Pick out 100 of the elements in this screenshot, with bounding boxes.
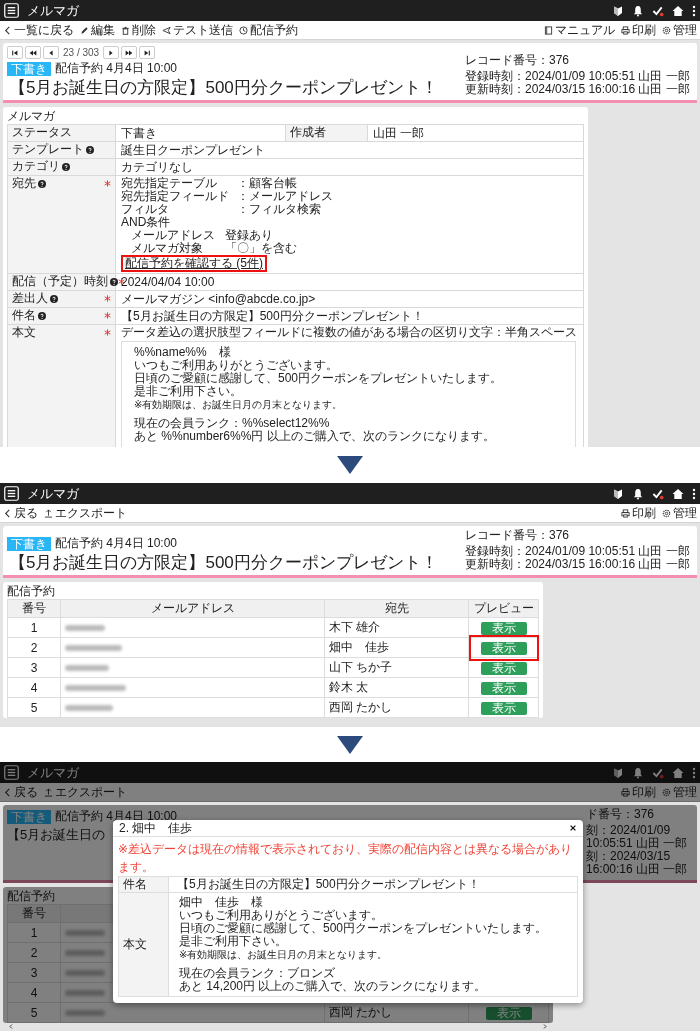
settings-icon	[662, 787, 671, 797]
field-label: 宛先	[12, 177, 36, 190]
column-header: 宛先	[324, 599, 469, 618]
body-line: 是非ご利用下さい。	[179, 935, 287, 948]
row-number: 3	[7, 962, 61, 983]
book-icon	[544, 25, 553, 35]
body-line: あと %%number6%%円 以上のご購入で、次のランクになります。	[134, 430, 495, 443]
field-value: メールマガジン <info@abcde.co.jp>	[121, 292, 316, 306]
updated-time: 更新時刻：2024/03/15 16:00:16 山田 一郎	[465, 83, 691, 96]
more-icon[interactable]	[692, 487, 696, 500]
menu-icon[interactable]	[4, 486, 19, 501]
fast-back-button[interactable]	[25, 46, 41, 59]
created-time: 登録時刻：2024/01/09 10:05:51 山田 一郎	[465, 545, 691, 558]
status-badge: 下書き	[7, 809, 51, 824]
print-button[interactable]: 印刷	[621, 21, 656, 39]
column-header: 番号	[7, 904, 61, 923]
blurred-email	[65, 704, 113, 711]
trash-icon	[121, 25, 130, 35]
label-cell: 件名	[119, 877, 169, 892]
print-button[interactable]: 印刷	[621, 783, 656, 801]
help-icon[interactable]	[50, 294, 58, 303]
row-number: 1	[7, 617, 61, 638]
skip-start-icon	[11, 48, 19, 57]
app-title: メルマガ	[27, 484, 79, 503]
home-icon[interactable]	[672, 4, 684, 17]
column-header: プレビュー	[468, 599, 539, 618]
next-button[interactable]	[103, 46, 120, 59]
updated-time: 更新時刻：2024/03/15 16:00:16 山田 一郎	[465, 558, 691, 571]
printer-icon	[621, 25, 630, 35]
help-icon[interactable]	[38, 311, 46, 320]
field-value: 2024/04/04 10:00	[121, 275, 215, 289]
down-arrow-icon	[337, 735, 363, 754]
help-icon[interactable]	[62, 162, 70, 171]
help-icon[interactable]	[86, 145, 94, 154]
condition-value: 登録あり	[225, 229, 273, 242]
send-icon	[162, 25, 171, 35]
section-title: 配信予約	[7, 888, 55, 904]
bell-icon[interactable]	[632, 4, 644, 17]
row-number: 3	[7, 657, 61, 678]
created-time: 登録時刻：2024/01/09 10:05:51 山田 一郎	[465, 70, 691, 83]
schedule-text: 配信予約 4月4日 10:00	[55, 60, 178, 77]
chevron-left-icon	[3, 25, 12, 35]
settings-icon	[662, 508, 671, 518]
last-page-button[interactable]	[139, 46, 156, 59]
body-line: あと 14,200円 以上のご購入で、次のランクになります。	[179, 980, 487, 993]
back-button[interactable]: 戻る	[3, 783, 38, 801]
label-cell: 本文	[119, 893, 169, 996]
check-icon[interactable]	[652, 4, 664, 17]
field-label: 件名	[12, 309, 36, 322]
previous-button[interactable]	[43, 46, 59, 59]
blurred-email	[65, 644, 122, 651]
filter-name: フィルタ	[121, 203, 169, 216]
help-icon[interactable]	[110, 277, 118, 286]
fast-forward-button[interactable]	[121, 46, 138, 59]
blurred-email	[65, 969, 105, 976]
bell-icon[interactable]	[632, 487, 644, 500]
body-line: 現在の会員ランク：ブロンズ	[179, 965, 335, 980]
home-icon[interactable]	[672, 487, 684, 500]
more-icon[interactable]	[692, 4, 696, 17]
status-badge: 下書き	[7, 61, 51, 76]
body-line: ※有効期限は、お誕生日月の月末となります。	[179, 948, 388, 961]
delete-button[interactable]: 削除	[121, 21, 156, 39]
record-title: 【5月お誕生日の	[7, 826, 106, 844]
row-number: 5	[7, 1002, 61, 1023]
edit-button[interactable]: 編集	[80, 21, 115, 39]
print-button[interactable]: 印刷	[621, 504, 656, 522]
export-button[interactable]: エクスポート	[44, 504, 127, 522]
settings-button[interactable]: 管理	[662, 21, 697, 39]
schedule-text: 配信予約 4月4日 10:00	[55, 535, 178, 552]
close-icon[interactable]	[569, 824, 577, 832]
help-icon[interactable]	[38, 179, 46, 188]
recipient-name: 畑中 佳歩	[324, 637, 469, 658]
clock-icon	[239, 25, 248, 35]
skip-end-icon	[143, 48, 152, 57]
body-line: 是非ご利用下さい。	[134, 385, 242, 398]
condition-name: メルマガ対象	[131, 242, 203, 255]
shield-icon[interactable]	[612, 4, 624, 17]
manual-button[interactable]: マニュアル	[544, 21, 615, 39]
field-value: カテゴリなし	[121, 160, 193, 174]
check-icon[interactable]	[652, 487, 664, 500]
record-number: レコード番号：376	[465, 529, 571, 542]
settings-button[interactable]: 管理	[662, 504, 697, 522]
subject-value: 【5月お誕生日の方限定】500円分クーポンプレゼント！	[177, 877, 480, 891]
shield-icon[interactable]	[612, 487, 624, 500]
confirm-reservations-link[interactable]: 配信予約を確認する (5件)	[125, 256, 263, 270]
settings-button[interactable]: 管理	[662, 783, 697, 801]
export-button[interactable]: エクスポート	[44, 783, 127, 801]
blurred-email	[65, 624, 105, 631]
first-page-button[interactable]	[7, 46, 23, 59]
schedule-button[interactable]: 配信予約	[239, 21, 298, 39]
filter-value: ：フィルタ検索	[237, 203, 321, 216]
back-button[interactable]: 戻る	[3, 504, 38, 522]
menu-icon[interactable]	[4, 3, 19, 18]
test-send-button[interactable]: テスト送信	[162, 21, 233, 39]
blurred-email	[65, 989, 105, 996]
check-icon[interactable]	[652, 766, 664, 779]
back-button[interactable]: 一覧に戻る	[3, 21, 74, 39]
pencil-icon	[80, 25, 89, 35]
recipient-name: 西岡 たかし	[324, 697, 469, 718]
column-header: メールアドレス	[60, 599, 325, 618]
